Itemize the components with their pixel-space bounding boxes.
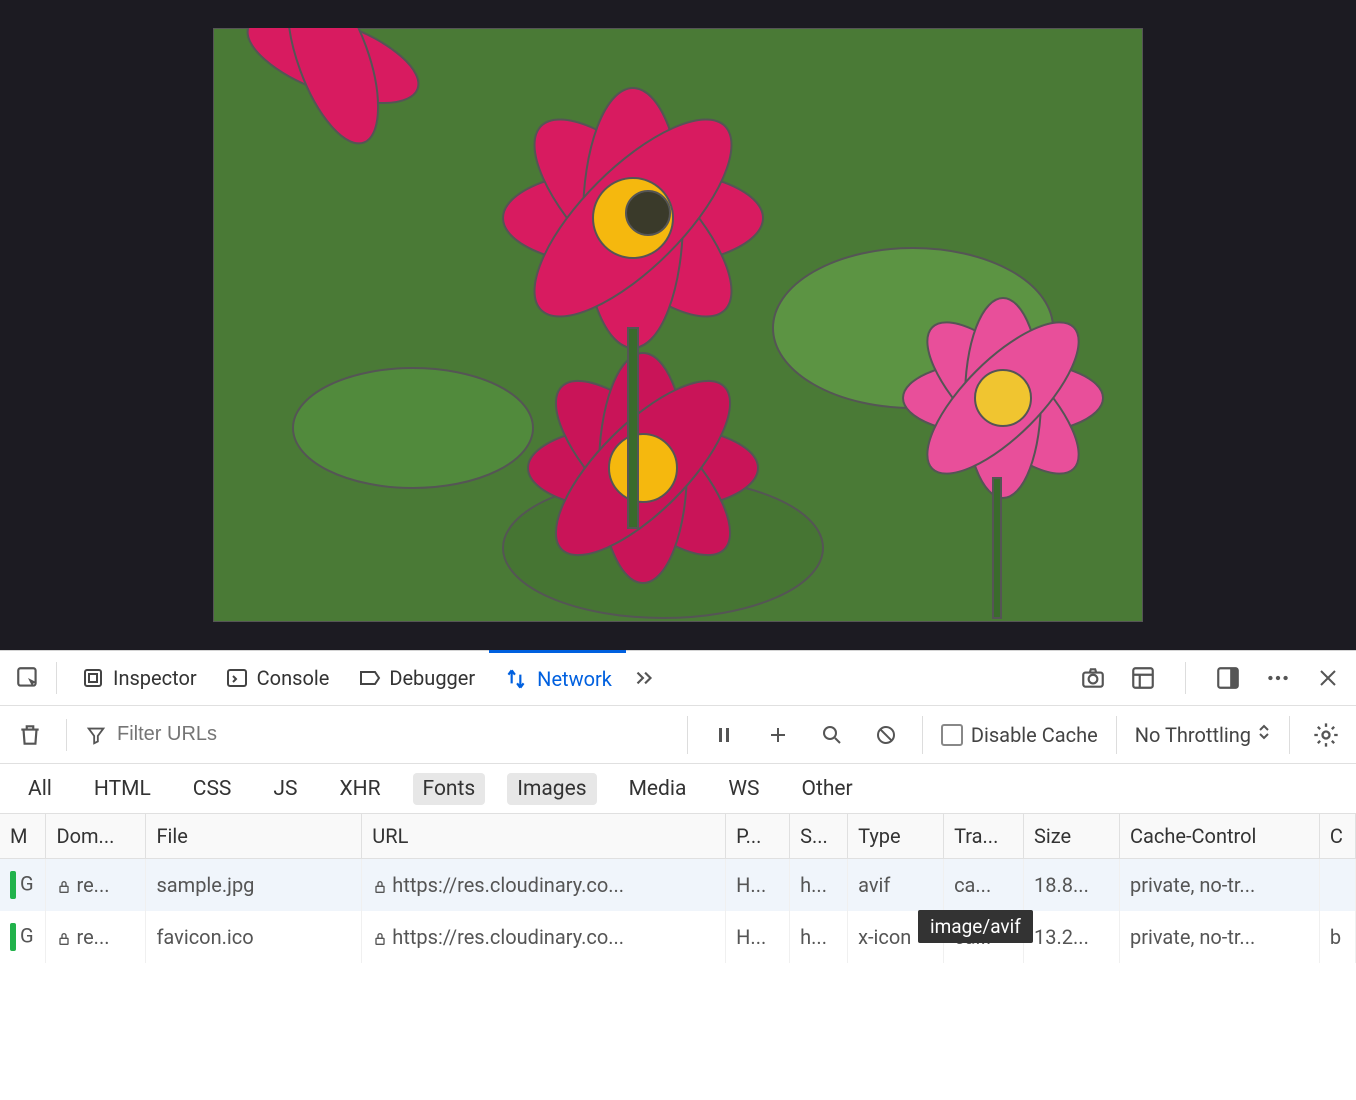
table-row[interactable]: G re... sample.jpg https://res.cloudinar… bbox=[0, 859, 1356, 912]
cell-protocol: H... bbox=[726, 859, 790, 912]
filter-css[interactable]: CSS bbox=[183, 773, 242, 805]
throttling-label: No Throttling bbox=[1135, 723, 1251, 747]
pause-recording-icon[interactable] bbox=[706, 717, 742, 753]
disable-cache-label: Disable Cache bbox=[971, 723, 1098, 747]
tab-network[interactable]: Network bbox=[489, 650, 626, 706]
cell-type: avif bbox=[848, 859, 944, 912]
col-transferred[interactable]: Tra... bbox=[944, 814, 1024, 859]
status-indicator bbox=[10, 923, 16, 951]
filter-js[interactable]: JS bbox=[263, 773, 307, 805]
dock-side-icon[interactable] bbox=[1210, 660, 1246, 696]
clear-requests-icon[interactable] bbox=[12, 717, 48, 753]
funnel-icon bbox=[85, 724, 107, 746]
lock-icon bbox=[372, 931, 388, 947]
cell-protocol: H... bbox=[726, 911, 790, 963]
cell-domain: re... bbox=[76, 925, 109, 949]
filter-all[interactable]: All bbox=[18, 773, 62, 805]
cell-domain: re... bbox=[76, 873, 109, 897]
cell-method: G bbox=[20, 923, 34, 947]
console-icon bbox=[225, 666, 249, 690]
status-indicator bbox=[10, 871, 16, 899]
filter-ws[interactable]: WS bbox=[718, 773, 769, 805]
cell-size: 18.8... bbox=[1024, 859, 1120, 912]
request-type-filters: All HTML CSS JS XHR Fonts Images Media W… bbox=[0, 764, 1356, 814]
col-cookies[interactable]: C bbox=[1319, 814, 1355, 859]
cell-cache-control: private, no-tr... bbox=[1120, 859, 1320, 912]
type-tooltip: image/avif bbox=[918, 910, 1033, 943]
col-type[interactable]: Type bbox=[848, 814, 944, 859]
col-scheme[interactable]: S... bbox=[790, 814, 848, 859]
tab-label: Inspector bbox=[113, 666, 197, 690]
network-icon bbox=[503, 666, 529, 692]
cell-cookies: b bbox=[1319, 911, 1355, 963]
col-domain[interactable]: Dom... bbox=[46, 814, 146, 859]
filter-html[interactable]: HTML bbox=[84, 773, 161, 805]
col-url[interactable]: URL bbox=[362, 814, 726, 859]
col-size[interactable]: Size bbox=[1024, 814, 1120, 859]
cell-file: sample.jpg bbox=[146, 859, 362, 912]
col-file[interactable]: File bbox=[146, 814, 362, 859]
throttling-select[interactable]: No Throttling bbox=[1135, 722, 1271, 747]
more-tabs-icon[interactable] bbox=[626, 660, 662, 696]
tab-inspector[interactable]: Inspector bbox=[67, 650, 211, 706]
filter-xhr[interactable]: XHR bbox=[329, 773, 390, 805]
filter-url-input[interactable] bbox=[117, 723, 437, 746]
responsive-mode-icon[interactable] bbox=[1125, 660, 1161, 696]
checkbox-icon bbox=[941, 724, 963, 746]
filter-fonts[interactable]: Fonts bbox=[413, 773, 486, 805]
tab-console[interactable]: Console bbox=[211, 650, 344, 706]
cell-url: https://res.cloudinary.co... bbox=[392, 925, 624, 949]
cell-scheme: h... bbox=[790, 859, 848, 912]
close-devtools-icon[interactable] bbox=[1310, 660, 1346, 696]
add-request-icon[interactable] bbox=[760, 717, 796, 753]
cell-scheme: h... bbox=[790, 911, 848, 963]
disable-cache-checkbox[interactable]: Disable Cache bbox=[941, 723, 1098, 747]
inspector-icon bbox=[81, 666, 105, 690]
cell-url: https://res.cloudinary.co... bbox=[392, 873, 624, 897]
element-picker-icon[interactable] bbox=[10, 660, 46, 696]
devtools-tab-bar: Inspector Console Debugger Network bbox=[0, 650, 1356, 706]
search-icon[interactable] bbox=[814, 717, 850, 753]
filter-images[interactable]: Images bbox=[507, 773, 596, 805]
select-arrows-icon bbox=[1257, 722, 1271, 747]
tab-debugger[interactable]: Debugger bbox=[343, 650, 489, 706]
page-content-area bbox=[0, 0, 1356, 650]
settings-gear-icon[interactable] bbox=[1308, 717, 1344, 753]
lock-icon bbox=[56, 879, 72, 895]
displayed-image bbox=[213, 28, 1143, 622]
tab-label: Console bbox=[257, 666, 330, 690]
debugger-icon bbox=[357, 666, 381, 690]
cell-cache-control: private, no-tr... bbox=[1120, 911, 1320, 963]
network-requests-table: M Dom... File URL P... S... Type Tra... … bbox=[0, 814, 1356, 963]
cell-method: G bbox=[20, 871, 34, 895]
cell-transferred: ca... bbox=[944, 859, 1024, 912]
network-toolbar: Disable Cache No Throttling bbox=[0, 706, 1356, 764]
lock-icon bbox=[56, 931, 72, 947]
col-cache-control[interactable]: Cache-Control bbox=[1120, 814, 1320, 859]
col-protocol[interactable]: P... bbox=[726, 814, 790, 859]
block-requests-icon[interactable] bbox=[868, 717, 904, 753]
more-options-icon[interactable] bbox=[1260, 660, 1296, 696]
filter-other[interactable]: Other bbox=[792, 773, 863, 805]
cell-size: 13.2... bbox=[1024, 911, 1120, 963]
table-row[interactable]: G re... favicon.ico https://res.cloudina… bbox=[0, 911, 1356, 963]
table-header: M Dom... File URL P... S... Type Tra... … bbox=[0, 814, 1356, 859]
screenshot-icon[interactable] bbox=[1075, 660, 1111, 696]
cell-cookies bbox=[1319, 859, 1355, 912]
lock-icon bbox=[372, 879, 388, 895]
tab-label: Debugger bbox=[389, 666, 475, 690]
col-method[interactable]: M bbox=[0, 814, 46, 859]
cell-file: favicon.ico bbox=[146, 911, 362, 963]
tab-label: Network bbox=[537, 667, 612, 691]
filter-media[interactable]: Media bbox=[619, 773, 697, 805]
